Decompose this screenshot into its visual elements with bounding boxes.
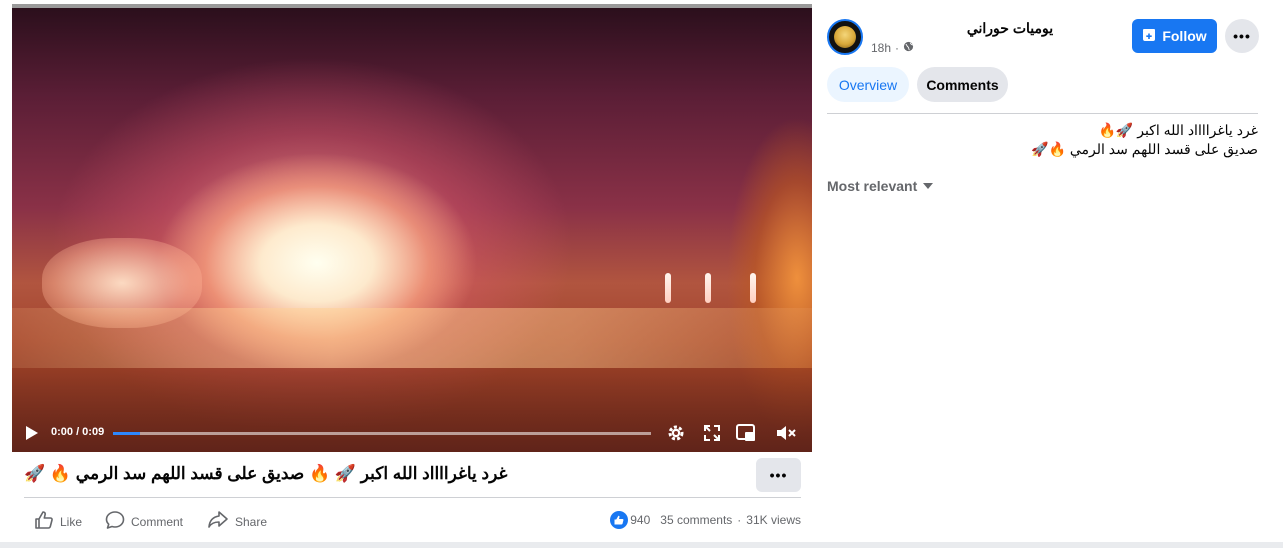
avatar[interactable]: [827, 19, 863, 55]
video-light: [665, 273, 671, 303]
volume-muted-icon[interactable]: [775, 422, 797, 444]
caption-line: غرد ياغرااااد الله اكبر 🚀🔥: [1098, 122, 1258, 138]
tab-comments[interactable]: Comments: [917, 67, 1008, 102]
video-light: [705, 273, 711, 303]
stats-separator: ·: [737, 513, 742, 527]
page-name[interactable]: يوميات حوراني: [930, 20, 1090, 37]
more-options-button[interactable]: •••: [756, 458, 801, 492]
bottom-edge: [0, 542, 1283, 548]
page-logo: [834, 26, 856, 48]
video-light: [750, 273, 756, 303]
post-action-bar: Like Comment Share 940 35 comments · 31K…: [12, 500, 812, 540]
follow-label: Follow: [1162, 28, 1207, 44]
video-time: 0:00 / 0:09: [51, 426, 105, 438]
speech-bubble-icon: [105, 510, 125, 533]
like-label: Like: [60, 514, 83, 529]
share-arrow-icon: [207, 510, 229, 533]
comment-label: Comment: [131, 514, 184, 529]
video-player[interactable]: [12, 8, 812, 452]
post-time[interactable]: 18h: [871, 41, 891, 55]
caption-line: صديق على قسد اللهم سد الرمي 🔥🚀: [1031, 141, 1258, 157]
meta-separator: ·: [895, 41, 900, 55]
page-options-button[interactable]: •••: [1225, 19, 1259, 53]
post-caption: غرد ياغرااااد الله اكبر 🚀🔥 صديق على قسد …: [827, 121, 1258, 159]
follow-button[interactable]: Follow: [1132, 19, 1217, 53]
post-meta: 18h ·: [871, 41, 914, 55]
post-title-row: غرد ياغرااااد الله اكبر 🚀 🔥 صديق على قسد…: [12, 452, 812, 498]
like-reaction-icon: [610, 511, 629, 529]
video-glow-band: [12, 308, 812, 368]
thumbs-up-icon: [34, 510, 54, 533]
video-controls: 0:00 / 0:09: [12, 414, 812, 452]
post-title: غرد ياغرااااد الله اكبر 🚀 🔥 صديق على قسد…: [24, 464, 508, 483]
video-progress-fill: [113, 432, 140, 435]
video-panel: 0:00 / 0:09 غرد ياغرااااد الله اكبر 🚀 🔥 …: [0, 0, 820, 548]
picture-in-picture-icon[interactable]: [735, 422, 757, 444]
post-viewer: 0:00 / 0:09 غرد ياغرااااد الله اكبر 🚀 🔥 …: [0, 0, 1283, 548]
caret-down-icon: [923, 183, 934, 189]
globe-icon: [903, 41, 914, 55]
post-stats: 940 35 comments · 31K views: [610, 511, 801, 529]
title-divider: [24, 497, 801, 498]
post-sidebar: يوميات حوراني 18h · Follow ••• Overview …: [820, 0, 1283, 542]
fullscreen-icon[interactable]: [701, 422, 723, 444]
view-count: 31K views: [746, 513, 801, 527]
play-icon[interactable]: [26, 426, 38, 440]
gear-icon[interactable]: [665, 422, 687, 444]
comment-sort-dropdown[interactable]: Most relevant: [827, 178, 934, 194]
reaction-count[interactable]: 940: [630, 513, 650, 527]
share-label: Share: [235, 514, 268, 529]
like-button[interactable]: Like: [34, 510, 82, 533]
add-page-icon: [1142, 28, 1156, 45]
sidebar-divider: [827, 113, 1258, 114]
comment-count[interactable]: 35 comments: [660, 513, 732, 527]
comment-button[interactable]: Comment: [105, 510, 183, 533]
share-button[interactable]: Share: [207, 510, 267, 533]
tab-overview[interactable]: Overview: [827, 67, 909, 102]
sort-label: Most relevant: [827, 178, 918, 194]
video-progress-bar[interactable]: [113, 432, 651, 435]
